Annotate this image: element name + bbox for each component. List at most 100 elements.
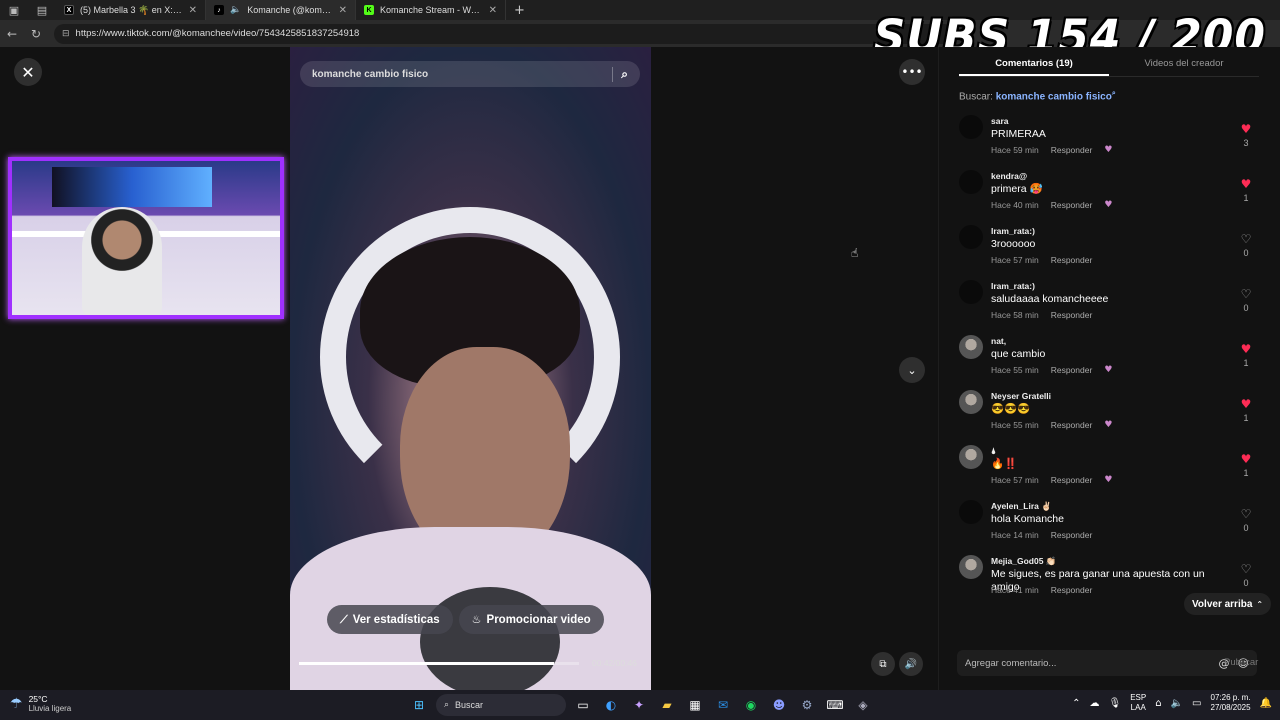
comment-meta: Hace 55 min Responder ♥ — [991, 420, 1112, 430]
like-button[interactable]: ♡ 0 — [1237, 233, 1255, 258]
browser-tab-tiktok[interactable]: ♪ 🔈 Komanche (@komanchee) | ✕ — [206, 0, 356, 20]
tab-creator-videos[interactable]: Videos del creador — [1109, 55, 1259, 76]
add-comment-field[interactable]: Agregar comentario... @ ☺ — [957, 650, 1257, 676]
view-stats-button[interactable]: ⟋ Ver estadísticas — [327, 605, 453, 634]
float-player-icon[interactable]: ⧉ — [871, 652, 895, 676]
reply-button[interactable]: Responder — [1051, 420, 1093, 430]
like-button[interactable]: ♥ 1 — [1237, 178, 1255, 203]
browser-tab-kick[interactable]: K Komanche Stream - Watch Live o ✕ — [356, 0, 506, 20]
comment-username[interactable]: Mejia_God05 👏🏻 — [991, 556, 1056, 567]
site-info-icon[interactable]: ⊟ — [62, 29, 70, 39]
like-button[interactable]: ♥ 1 — [1237, 343, 1255, 368]
tiktok-video-page: ✕ komanche cambio fisico ⌕ ⟋ Ver estadís… — [0, 47, 1280, 690]
speaker-icon[interactable]: 🔈 — [230, 5, 241, 15]
comment-username[interactable]: Ayelen_Lira ✌🏻 — [991, 501, 1052, 512]
windows-start-icon[interactable]: ⊞ — [408, 694, 430, 716]
clock[interactable]: 07:26 p. m. 27/08/2025 — [1211, 693, 1251, 713]
reply-button[interactable]: Responder — [1051, 310, 1093, 320]
search-query-link[interactable]: komanche cambio fisico — [996, 91, 1112, 102]
x-icon: X — [64, 5, 74, 15]
video-progress-bar[interactable] — [299, 662, 579, 665]
publish-button[interactable]: Publicar — [1224, 657, 1258, 668]
comment-text: 3roooooo — [991, 238, 1036, 250]
edge-icon[interactable]: ◐ — [600, 694, 622, 716]
comment-search-suggestion[interactable]: Buscar: komanche cambio fisico⌕ — [959, 89, 1116, 102]
url-field[interactable]: ⊟ https://www.tiktok.com/@komanchee/vide… — [54, 23, 954, 44]
search-icon[interactable]: ⌕ — [612, 66, 628, 82]
avatar[interactable] — [959, 555, 983, 579]
task-view-icon[interactable]: ▭ — [572, 694, 594, 716]
video-search-bar[interactable]: komanche cambio fisico ⌕ — [300, 61, 640, 87]
avatar[interactable] — [959, 225, 983, 249]
network-icon[interactable]: ⌂ — [1155, 698, 1161, 709]
back-icon[interactable]: ← — [0, 27, 24, 41]
avatar[interactable] — [959, 115, 983, 139]
file-explorer-icon[interactable]: ▰ — [656, 694, 678, 716]
comment-username[interactable]: Neyser Gratelli — [991, 391, 1051, 401]
close-icon[interactable]: ✕ — [489, 5, 497, 16]
promote-video-button[interactable]: ♨ Promocionar video — [458, 605, 604, 634]
terminal-icon[interactable]: ⌨ — [824, 694, 846, 716]
volume-icon[interactable]: 🔈 — [1171, 698, 1183, 709]
cloud-icon[interactable]: ☁ — [1090, 698, 1100, 709]
steam-icon[interactable]: ⚙ — [796, 694, 818, 716]
keyboard-language[interactable]: ESP LAA — [1130, 693, 1146, 713]
volume-icon[interactable]: 🔊 — [899, 652, 923, 676]
reply-button[interactable]: Responder — [1051, 145, 1093, 155]
avatar[interactable] — [959, 170, 983, 194]
next-video-button[interactable]: ⌄ — [899, 357, 925, 383]
avatar[interactable] — [959, 280, 983, 304]
notifications-icon[interactable]: 🔔 — [1260, 698, 1272, 709]
like-button[interactable]: ♥ 1 — [1237, 398, 1255, 423]
video-player[interactable]: komanche cambio fisico ⌕ ⟋ Ver estadísti… — [290, 47, 651, 690]
reply-button[interactable]: Responder — [1051, 365, 1093, 375]
comment-username[interactable]: Iram_rata:) — [991, 226, 1035, 236]
avatar[interactable] — [959, 445, 983, 469]
browser-tab-x[interactable]: X (5) Marbella 3 🌴 en X: "Este año ✕ — [56, 0, 206, 20]
comment-username[interactable]: kendra@ — [991, 171, 1027, 181]
comment-username[interactable]: sara — [991, 116, 1009, 126]
tab-comments[interactable]: Comentarios (19) — [959, 55, 1109, 76]
store-icon[interactable]: ▦ — [684, 694, 706, 716]
reply-button[interactable]: Responder — [1051, 255, 1093, 265]
like-button[interactable]: ♥ 3 — [1237, 123, 1255, 148]
like-button[interactable]: ♡ 0 — [1237, 508, 1255, 533]
refresh-icon[interactable]: ↻ — [24, 27, 48, 41]
avatar[interactable] — [959, 390, 983, 414]
like-button[interactable]: ♥ 1 — [1237, 453, 1255, 478]
liked-by-creator-icon: ♥ — [1104, 475, 1113, 485]
copilot-icon[interactable]: ✦ — [628, 694, 650, 716]
heart-icon: ♥ — [1240, 397, 1252, 411]
comment-username[interactable]: 🌢 — [991, 446, 996, 457]
reply-button[interactable]: Responder — [1051, 530, 1093, 540]
microphone-icon[interactable]: 🎙 — [1109, 698, 1122, 709]
like-count: 0 — [1243, 303, 1249, 313]
spotify-icon[interactable]: ◉ — [740, 694, 762, 716]
chevron-up-icon[interactable]: ⌃ — [1072, 698, 1080, 709]
system-tray: ⌃ ☁ 🎙 ESP LAA ⌂ 🔈 ▭ 07:26 p. m. 27/08/20… — [1072, 693, 1272, 713]
reply-button[interactable]: Responder — [1051, 475, 1093, 485]
avatar[interactable] — [959, 500, 983, 524]
reply-button[interactable]: Responder — [1051, 585, 1093, 595]
battery-icon[interactable]: ▭ — [1192, 698, 1201, 709]
like-button[interactable]: ♡ 0 — [1237, 288, 1255, 313]
tab-actions-icon[interactable]: ▤ — [28, 0, 56, 20]
close-video-button[interactable]: ✕ — [14, 58, 42, 86]
like-button[interactable]: ♡ 0 — [1237, 563, 1255, 588]
back-to-top-button[interactable]: Volver arriba ⌃ — [1184, 593, 1272, 615]
close-icon[interactable]: ✕ — [189, 5, 197, 16]
weather-widget[interactable]: ☂ 25°C Lluvia ligera — [10, 694, 71, 714]
discord-icon[interactable]: ☻ — [768, 694, 790, 716]
more-options-button[interactable]: ••• — [899, 59, 925, 85]
outlook-icon[interactable]: ✉ — [712, 694, 734, 716]
taskbar-search[interactable]: ⌕ Buscar — [436, 694, 566, 716]
panel-tabs: Comentarios (19) Videos del creador — [959, 55, 1259, 77]
close-icon[interactable]: ✕ — [339, 5, 347, 16]
new-tab-button[interactable]: + — [506, 3, 533, 18]
reply-button[interactable]: Responder — [1051, 200, 1093, 210]
comment-username[interactable]: Iram_rata:) — [991, 281, 1035, 291]
avatar[interactable] — [959, 335, 983, 359]
app-icon[interactable]: ◈ — [852, 694, 874, 716]
workspaces-icon[interactable]: ▣ — [0, 0, 28, 20]
comment-username[interactable]: nat, — [991, 336, 1006, 346]
